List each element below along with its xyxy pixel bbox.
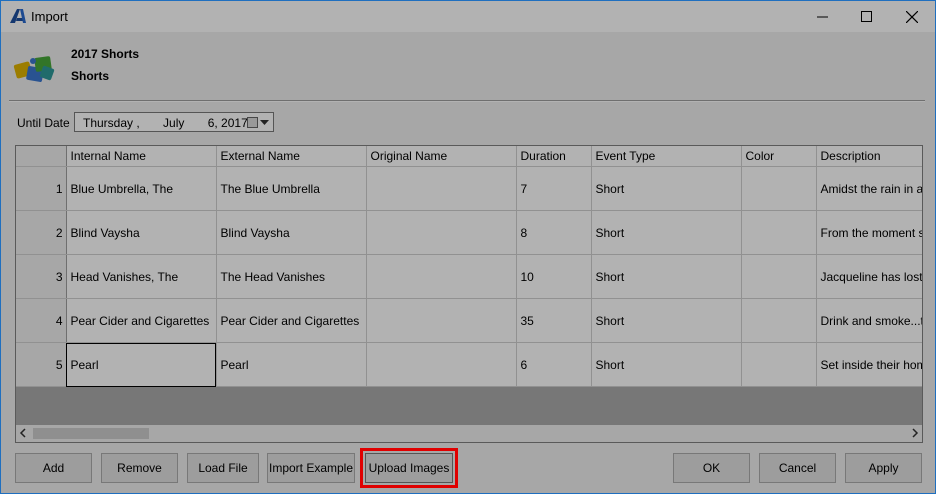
cell-external-name[interactable]: The Head Vanishes xyxy=(216,254,367,299)
import-window: Import 2017 Shorts Shorts Until Date Thu… xyxy=(0,0,936,494)
window-title: Import xyxy=(31,9,68,24)
until-date-picker[interactable]: Thursday , July 6, 2017 xyxy=(74,112,274,132)
cell-external-name[interactable]: The Blue Umbrella xyxy=(216,166,367,211)
row-number[interactable]: 4 xyxy=(16,298,67,343)
cell-internal-name[interactable]: Head Vanishes, The xyxy=(66,254,217,299)
calendar-icon xyxy=(247,117,258,128)
table-row[interactable]: 2 Blind Vaysha Blind Vaysha 8 Short From… xyxy=(16,210,922,255)
header-subtitle: Shorts xyxy=(71,69,110,83)
row-number[interactable]: 2 xyxy=(16,210,67,255)
cell-color[interactable] xyxy=(741,166,817,211)
cell-internal-name[interactable]: Blind Vaysha xyxy=(66,210,217,255)
close-button[interactable] xyxy=(889,1,935,32)
cell-description[interactable]: Amidst the rain in a s xyxy=(816,166,922,211)
chevron-down-icon xyxy=(260,119,269,125)
cell-event-type[interactable]: Short xyxy=(591,342,742,387)
table-row[interactable]: 4 Pear Cider and Cigarettes Pear Cider a… xyxy=(16,298,922,343)
minimize-button[interactable] xyxy=(799,1,845,32)
cell-color[interactable] xyxy=(741,254,817,299)
column-header[interactable]: Duration xyxy=(516,146,592,167)
cell-internal-name[interactable]: Pear Cider and Cigarettes xyxy=(66,298,217,343)
cell-internal-name[interactable]: Blue Umbrella, The xyxy=(66,166,217,211)
cell-original-name[interactable] xyxy=(366,210,517,255)
row-number[interactable]: 5 xyxy=(16,342,67,387)
cell-description[interactable]: Jacqueline has lost h xyxy=(816,254,922,299)
column-header[interactable]: Color xyxy=(741,146,817,167)
cell-event-type[interactable]: Short xyxy=(591,166,742,211)
cell-original-name[interactable] xyxy=(366,298,517,343)
cell-original-name[interactable] xyxy=(366,254,517,299)
calendar-dropdown-button[interactable] xyxy=(247,116,269,129)
cell-duration[interactable]: 35 xyxy=(516,298,592,343)
cell-external-name[interactable]: Pear Cider and Cigarettes xyxy=(216,298,367,343)
cell-internal-name[interactable]: Pearl xyxy=(66,342,217,387)
load-file-button[interactable]: Load File xyxy=(187,453,259,483)
cell-duration[interactable]: 7 xyxy=(516,166,592,211)
column-header[interactable]: Original Name xyxy=(366,146,517,167)
cell-event-type[interactable]: Short xyxy=(591,210,742,255)
cell-external-name[interactable]: Pearl xyxy=(216,342,367,387)
row-number[interactable]: 3 xyxy=(16,254,67,299)
scrollbar-thumb[interactable] xyxy=(33,428,149,439)
header-divider xyxy=(9,100,925,102)
until-date-label: Until Date xyxy=(17,116,70,130)
cell-external-name[interactable]: Blind Vaysha xyxy=(216,210,367,255)
minimize-icon xyxy=(816,16,828,18)
app-logo-icon xyxy=(10,9,26,23)
apply-button[interactable]: Apply xyxy=(845,453,922,483)
title-bar[interactable]: Import xyxy=(1,1,935,32)
column-header[interactable]: Internal Name xyxy=(66,146,217,167)
corner-header[interactable] xyxy=(16,146,67,167)
cell-color[interactable] xyxy=(741,298,817,343)
cell-original-name[interactable] xyxy=(366,166,517,211)
maximize-button[interactable] xyxy=(843,1,889,32)
table-row[interactable]: 3 Head Vanishes, The The Head Vanishes 1… xyxy=(16,254,922,299)
table-row[interactable]: 1 Blue Umbrella, The The Blue Umbrella 7… xyxy=(16,166,922,211)
remove-button[interactable]: Remove xyxy=(101,453,178,483)
ok-button[interactable]: OK xyxy=(673,453,750,483)
column-header[interactable]: Description xyxy=(816,146,922,167)
cell-event-type[interactable]: Short xyxy=(591,298,742,343)
row-number[interactable]: 1 xyxy=(16,166,67,211)
header-title: 2017 Shorts xyxy=(71,47,140,61)
column-header[interactable]: External Name xyxy=(216,146,367,167)
horizontal-scrollbar[interactable] xyxy=(16,425,922,442)
cell-event-type[interactable]: Short xyxy=(591,254,742,299)
cell-duration[interactable]: 6 xyxy=(516,342,592,387)
import-example-button[interactable]: Import Example xyxy=(267,453,355,483)
add-button[interactable]: Add xyxy=(15,453,92,483)
cell-duration[interactable]: 8 xyxy=(516,210,592,255)
until-date-value[interactable]: Thursday , July 6, 2017 xyxy=(83,116,248,130)
highlight-box xyxy=(360,448,458,488)
cancel-button[interactable]: Cancel xyxy=(759,453,836,483)
maximize-icon xyxy=(860,11,872,22)
close-icon xyxy=(906,10,918,23)
chevron-left-icon[interactable] xyxy=(19,428,27,438)
chevron-right-icon[interactable] xyxy=(911,428,919,438)
cell-description[interactable]: Drink and smoke...th xyxy=(816,298,922,343)
cell-description[interactable]: Set inside their home xyxy=(816,342,922,387)
column-header[interactable]: Event Type xyxy=(591,146,742,167)
cell-color[interactable] xyxy=(741,210,817,255)
import-table: Internal Name External Name Original Nam… xyxy=(16,146,922,387)
import-data-grid[interactable]: Internal Name External Name Original Nam… xyxy=(15,145,923,443)
cell-description[interactable]: From the moment she xyxy=(816,210,922,255)
table-row[interactable]: 5 Pearl Pearl 6 Short Set inside their h… xyxy=(16,342,922,387)
cell-original-name[interactable] xyxy=(366,342,517,387)
cell-color[interactable] xyxy=(741,342,817,387)
cell-duration[interactable]: 10 xyxy=(516,254,592,299)
puzzle-pieces-icon xyxy=(13,56,55,82)
table-header-row: Internal Name External Name Original Nam… xyxy=(16,146,922,167)
